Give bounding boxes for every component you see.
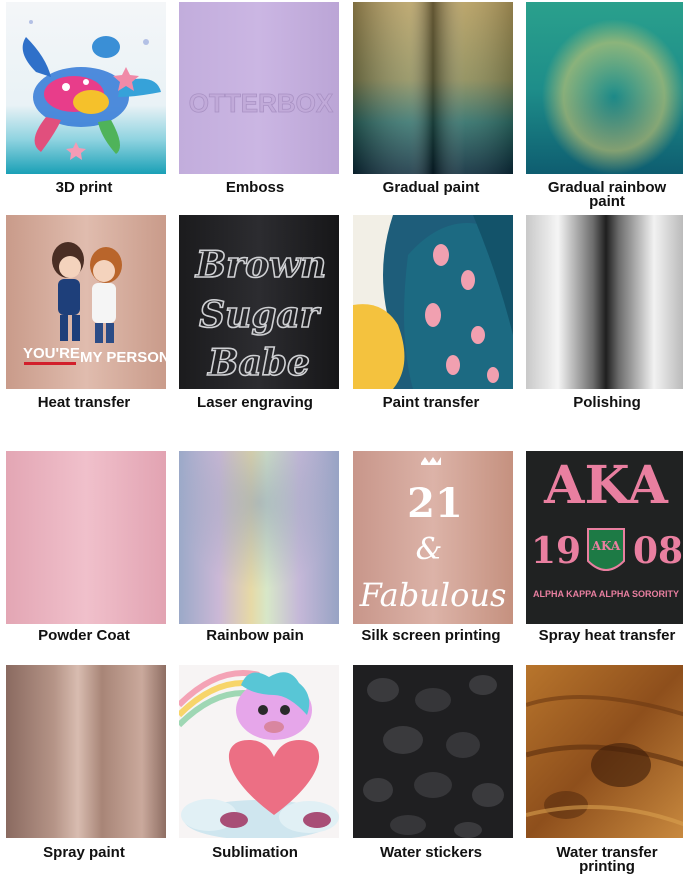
label-emboss: Emboss: [225, 179, 285, 196]
emboss-logo-text: OTTERBOX: [189, 88, 334, 118]
swatch-paint-transfer: [353, 215, 513, 389]
silk-word: Fabulous: [359, 576, 507, 614]
label-paint-transfer: Paint transfer: [382, 394, 480, 411]
swatch-powder-coat: [6, 451, 166, 624]
swatch-polishing: [526, 215, 683, 389]
swatch-emboss: OTTERBOX: [179, 2, 339, 174]
label-gradual-rainbow-paint: Gradual rainbow paint: [522, 180, 683, 210]
swatch-gradual-paint: [353, 2, 513, 174]
label-powder-coat: Powder Coat: [38, 627, 130, 644]
swatch-gradual-rainbow-paint: [526, 2, 683, 174]
label-3d-print: 3D print: [55, 179, 113, 196]
laser-line-2: Sugar: [199, 294, 322, 336]
label-water-transfer-printing: Water transfer printing: [522, 845, 683, 875]
laser-line-1: Brown: [195, 244, 327, 286]
swatch-spray-heat-transfer: AKA 19 AKA 08 ALPHA KAPPA ALPHA SORORITY: [526, 451, 683, 624]
label-gradual-paint: Gradual paint: [382, 179, 480, 196]
swatch-sublimation: [179, 665, 339, 838]
swatch-laser-engraving: Brown Sugar Babe: [179, 215, 339, 389]
silk-number: 21: [407, 480, 463, 527]
aka-letters: AKA: [543, 455, 668, 516]
swatch-3d-print: [6, 2, 166, 174]
label-gradual-rainbow-paint-line2: paint: [589, 193, 625, 210]
swatch-rainbow-paint: [179, 451, 339, 624]
label-silk-screen-printing: Silk screen printing: [361, 627, 501, 644]
aka-year-a: 19: [531, 530, 581, 572]
label-water-stickers: Water stickers: [380, 844, 482, 861]
label-rainbow-pain: Rainbow pain: [206, 627, 304, 644]
swatch-spray-paint: [6, 665, 166, 838]
laser-line-3: Babe: [207, 342, 310, 384]
swatch-heat-transfer: YOU'RE MY PERSON: [6, 215, 166, 389]
swatch-water-stickers: [353, 665, 513, 838]
label-sublimation: Sublimation: [212, 844, 298, 861]
aka-crest: AKA: [591, 539, 621, 553]
aka-year-b: 08: [633, 530, 683, 572]
label-laser-engraving: Laser engraving: [197, 394, 313, 411]
aka-subtitle: ALPHA KAPPA ALPHA SORORITY: [533, 589, 679, 599]
silk-amp: &: [416, 532, 443, 567]
heat-transfer-caption-b: MY PERSON: [80, 349, 166, 366]
label-water-transfer-printing-line2: printing: [579, 858, 635, 875]
heat-transfer-caption-a: YOU'RE: [23, 345, 80, 362]
label-heat-transfer: Heat transfer: [37, 394, 131, 411]
swatch-silk-screen-printing: 21 & Fabulous: [353, 451, 513, 624]
label-spray-heat-transfer: Spray heat transfer: [538, 627, 676, 644]
label-spray-paint: Spray paint: [43, 844, 125, 861]
label-polishing: Polishing: [573, 394, 641, 411]
swatch-water-transfer-printing: [526, 665, 683, 838]
